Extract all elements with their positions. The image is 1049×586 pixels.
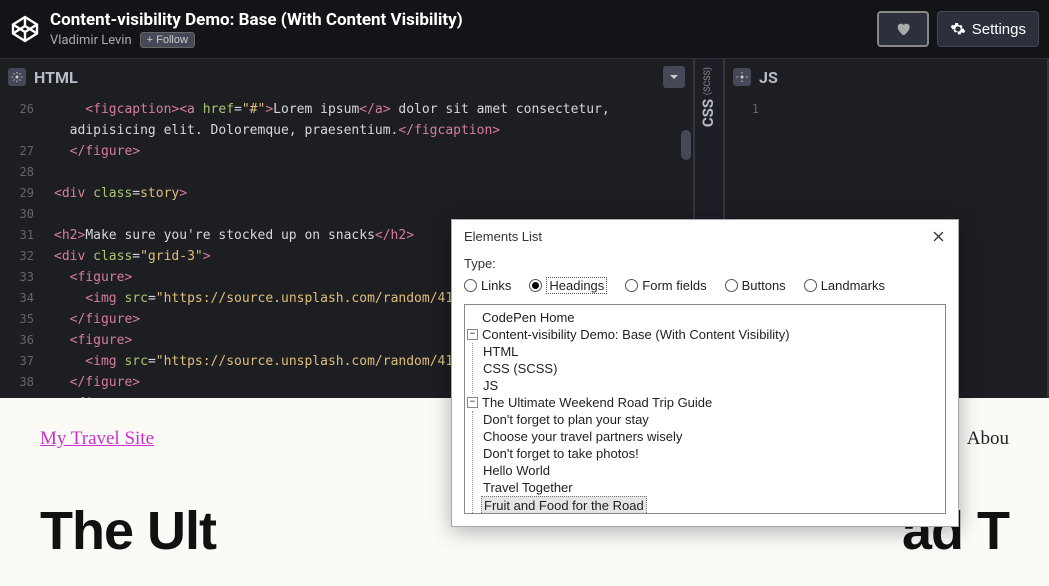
tree-item[interactable]: CSS (SCSS) bbox=[481, 360, 559, 377]
tree-item[interactable]: Don't forget to plan your stay bbox=[481, 411, 651, 428]
tree-item[interactable]: HTML bbox=[481, 343, 520, 360]
tree-collapse-icon[interactable]: − bbox=[467, 397, 478, 408]
gear-icon bbox=[950, 21, 966, 37]
site-title-link[interactable]: My Travel Site bbox=[40, 428, 154, 450]
tree-item[interactable]: JS bbox=[481, 377, 500, 394]
radio-headings[interactable]: Headings bbox=[529, 277, 607, 294]
close-button[interactable] bbox=[930, 228, 946, 244]
css-panel-title: CSS bbox=[699, 99, 717, 127]
chevron-down-icon bbox=[669, 72, 679, 82]
settings-label: Settings bbox=[972, 21, 1026, 38]
elements-list-dialog: Elements List Type: Links Headings Form … bbox=[451, 219, 959, 527]
line-gutter: 26 27282930313233343536373839 bbox=[0, 99, 42, 398]
like-button[interactable] bbox=[877, 11, 929, 47]
js-gear-button[interactable] bbox=[733, 68, 751, 86]
tree-item[interactable]: Hello World bbox=[481, 462, 552, 479]
js-panel-title: JS bbox=[759, 68, 778, 87]
tree-item[interactable]: Choose your travel partners wisely bbox=[481, 428, 684, 445]
author-name[interactable]: Vladimir Levin bbox=[50, 33, 132, 48]
nav-about-link[interactable]: Abou bbox=[967, 428, 1009, 450]
close-icon bbox=[933, 231, 944, 242]
gear-icon bbox=[736, 71, 748, 83]
app-header: Content-visibility Demo: Base (With Cont… bbox=[0, 0, 1049, 58]
gear-icon bbox=[11, 71, 23, 83]
headings-tree[interactable]: CodePen Home −Content-visibility Demo: B… bbox=[464, 304, 946, 514]
tree-item-selected[interactable]: Fruit and Food for the Road bbox=[481, 496, 647, 514]
html-dropdown-button[interactable] bbox=[663, 66, 685, 88]
codepen-logo[interactable] bbox=[10, 14, 40, 44]
radio-form-fields[interactable]: Form fields bbox=[625, 278, 706, 293]
html-panel-title: HTML bbox=[34, 68, 78, 87]
css-panel-subtitle: (SCSS) bbox=[703, 67, 713, 95]
type-radio-group: Links Headings Form fields Buttons Landm… bbox=[464, 277, 946, 294]
tree-collapse-icon[interactable]: − bbox=[467, 329, 478, 340]
heart-icon bbox=[895, 21, 911, 37]
follow-button[interactable]: + Follow bbox=[140, 32, 195, 48]
html-gear-button[interactable] bbox=[8, 68, 26, 86]
radio-landmarks[interactable]: Landmarks bbox=[804, 278, 885, 293]
page-title: Content-visibility Demo: Base (With Cont… bbox=[50, 10, 877, 30]
type-label: Type: bbox=[464, 256, 946, 271]
tree-item[interactable]: Content-visibility Demo: Base (With Cont… bbox=[480, 326, 792, 343]
scrollbar-thumb[interactable] bbox=[681, 130, 691, 160]
tree-item[interactable]: CodePen Home bbox=[480, 309, 577, 326]
radio-buttons[interactable]: Buttons bbox=[725, 278, 786, 293]
settings-button[interactable]: Settings bbox=[937, 11, 1039, 47]
tree-item[interactable]: Don't forget to take photos! bbox=[481, 445, 641, 462]
tree-item[interactable]: The Ultimate Weekend Road Trip Guide bbox=[480, 394, 714, 411]
dialog-title: Elements List bbox=[464, 229, 542, 244]
radio-links[interactable]: Links bbox=[464, 278, 511, 293]
tree-item[interactable]: Travel Together bbox=[481, 479, 575, 496]
